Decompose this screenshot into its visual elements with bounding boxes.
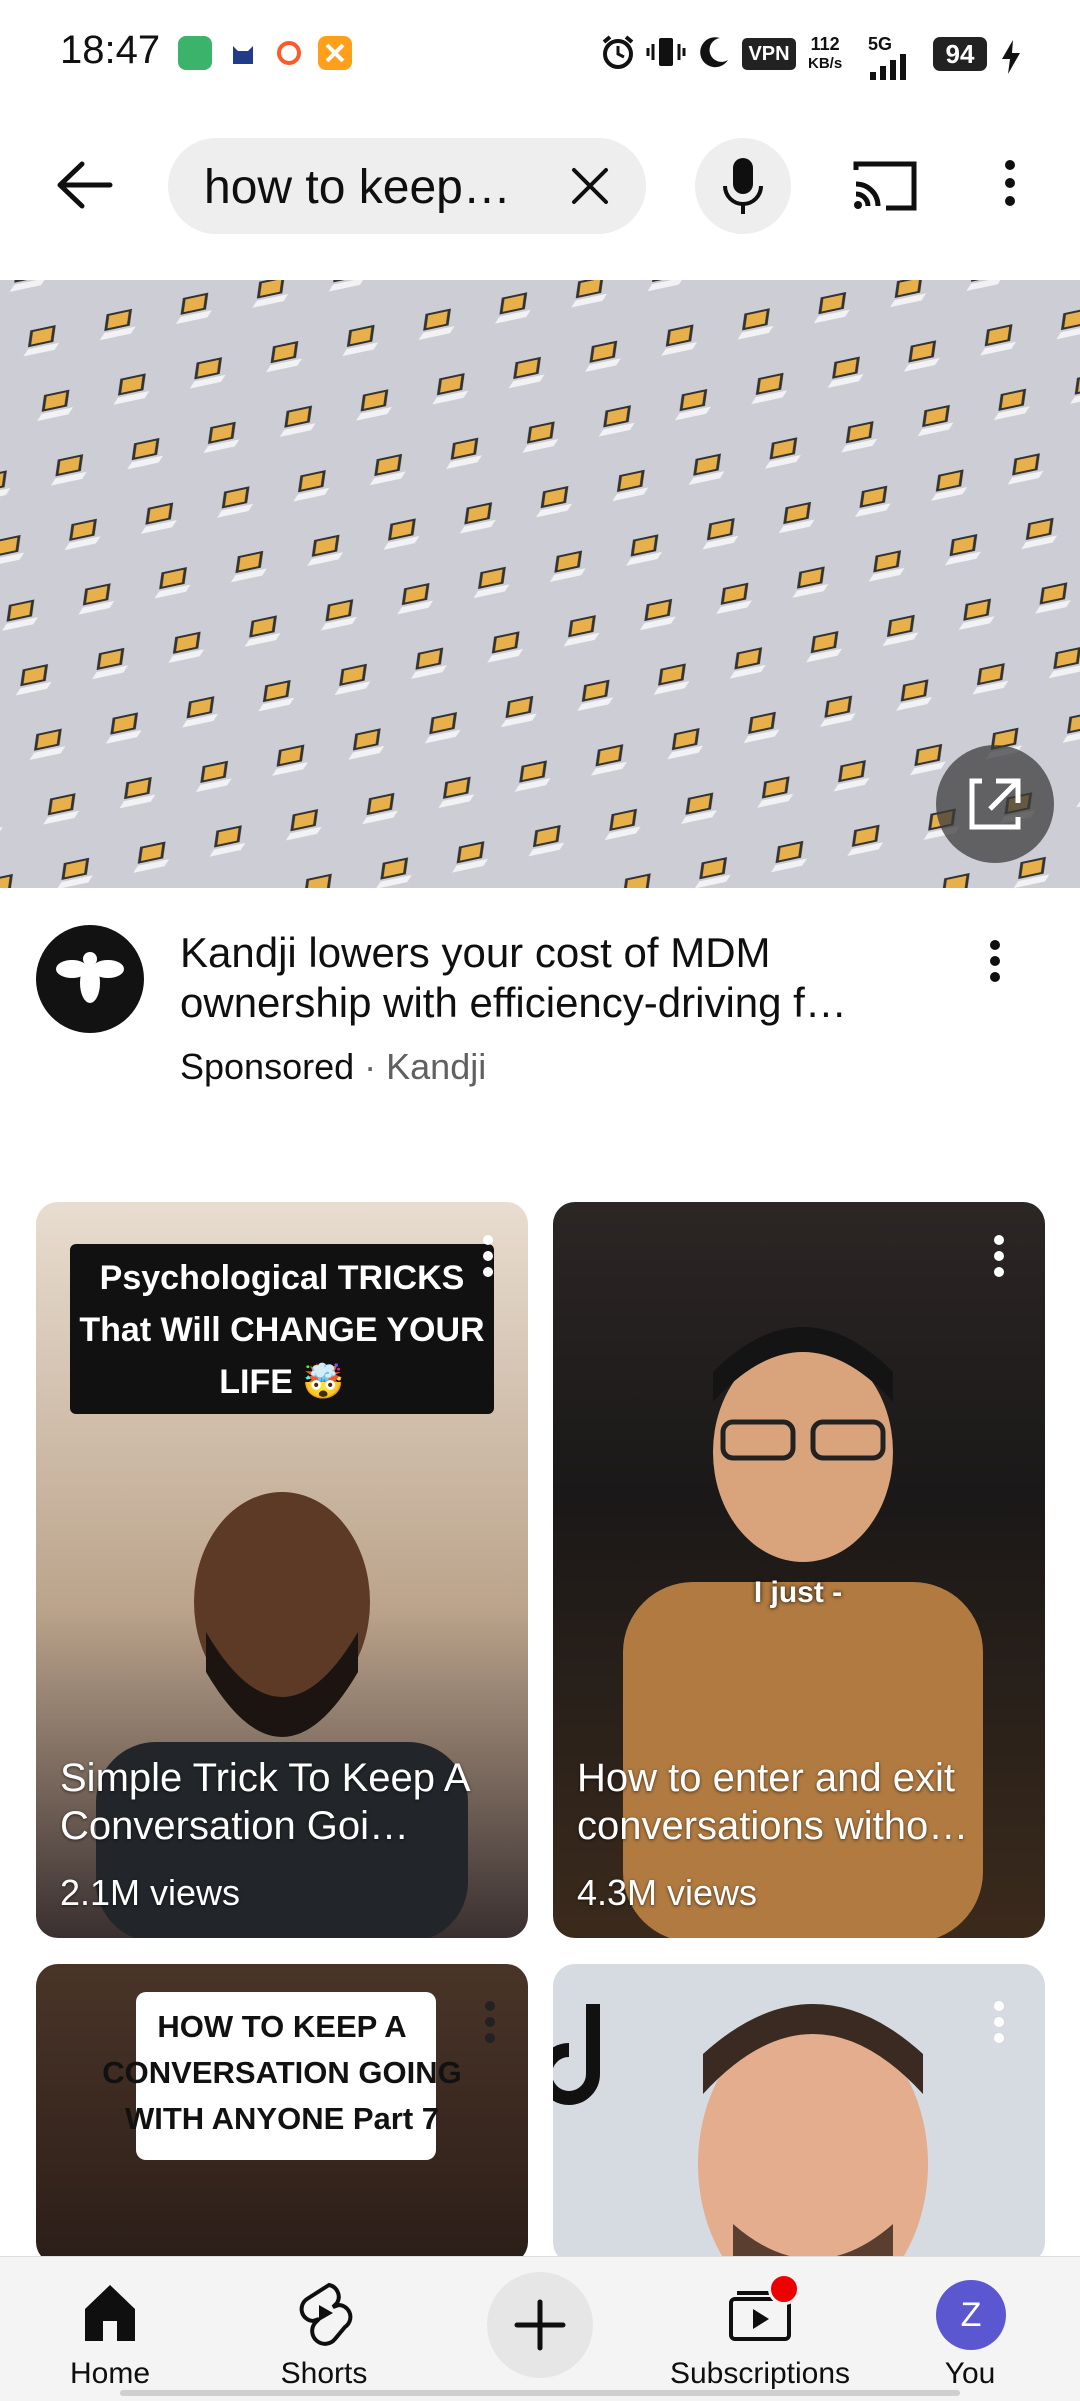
short-title: How to enter and exit conversations with… [577,1756,969,1848]
vpn-badge: VPN [742,38,796,70]
app-notification-icon [178,36,212,70]
short-more-options-button[interactable] [478,1996,502,2056]
more-vertical-icon [485,2001,495,2043]
advertiser-avatar[interactable] [36,925,144,1033]
home-icon [85,2285,135,2341]
shorts-icon [299,2282,353,2346]
tools-app-icon [318,36,352,70]
signal-icon [870,54,906,80]
close-icon [572,168,608,204]
battery-indicator: 94 [933,37,987,71]
do-not-disturb-moon-icon [694,32,734,72]
network-type: 5G [868,34,906,80]
nav-home[interactable]: Home [40,2257,180,2401]
short-card[interactable]: Psychological TRICKS That Will CHANGE YO… [36,1202,528,1938]
search-input[interactable]: how to keep… [168,138,646,234]
ad-more-options-button[interactable] [980,935,1010,995]
short-card[interactable] [553,1964,1045,2264]
more-vertical-icon [483,1235,493,1277]
cat-app-icon [226,36,260,70]
external-link-icon [969,778,1021,830]
laptops-pattern-image [0,280,1080,888]
open-external-button[interactable] [936,745,1054,863]
short-thumbnail-person [553,2004,928,2264]
short-more-options-button[interactable] [987,1230,1011,1290]
short-overlay-caption: HOW TO KEEP A CONVERSATION GOING WITH AN… [102,2009,462,2136]
nav-subscriptions[interactable]: Subscriptions [640,2257,880,2401]
microphone-icon [723,158,763,214]
sponsored-label: Sponsored [180,1046,355,1087]
more-vertical-icon [990,940,1000,982]
clock: 18:47 [60,28,161,72]
short-card[interactable]: HOW TO KEEP A CONVERSATION GOING WITH AN… [36,1964,528,2264]
short-more-options-button[interactable] [987,1996,1011,2056]
short-more-options-button[interactable] [476,1230,500,1290]
vibrate-icon [646,32,686,72]
plus-icon [514,2299,566,2351]
more-vertical-icon [994,1235,1004,1277]
bee-logo-icon [56,952,124,1003]
cast-icon [853,161,917,211]
ad-title[interactable]: Kandji lowers your cost of MDM ownership… [180,928,960,1028]
notification-dot [768,2273,800,2305]
nav-shorts-label: Shorts [280,2357,368,2390]
short-overlay-caption: Psychological TRICKS That Will CHANGE YO… [70,1244,494,1414]
more-vertical-icon [994,2001,1004,2043]
ring-app-icon [272,36,306,70]
short-views: 4.3M views [577,1872,758,1913]
nav-you-label: You [944,2357,996,2390]
search-query-text: how to keep… [204,161,511,214]
charging-icon [1000,40,1022,79]
speed-unit: KB/s [808,55,843,72]
arrow-left-icon [57,161,113,209]
status-bar: 18:47 VPN 112 KB/s 5G 94 [0,0,1080,110]
gesture-bar [120,2390,960,2396]
more-vertical-icon [1005,160,1015,206]
voice-search-button[interactable] [695,138,791,234]
short-overlay-caption: I just - [753,1576,843,1609]
clear-search-button[interactable] [568,164,612,208]
account-avatar[interactable]: Z [936,2280,1006,2350]
network-speed: 112 KB/s [808,34,842,74]
speed-value: 112 [810,34,840,54]
meta-separator: · [364,1046,377,1087]
more-options-button[interactable] [990,155,1030,215]
create-button[interactable] [487,2272,593,2378]
network-type-label: 5G [868,34,893,54]
short-views: 2.1M views [60,1872,241,1913]
back-button[interactable] [50,150,120,220]
short-title: Simple Trick To Keep A Conversation Goi… [60,1756,469,1848]
nav-subscriptions-label: Subscriptions [669,2357,851,2390]
ad-image[interactable] [0,280,1080,888]
nav-shorts[interactable]: Shorts [254,2257,394,2401]
ad-meta: Sponsored · Kandji [180,1046,486,1088]
advertiser-name[interactable]: Kandji [386,1046,486,1087]
alarm-icon [598,32,638,72]
nav-home-label: Home [69,2357,151,2390]
short-card[interactable]: I just - How to enter and exit conversat… [553,1202,1045,1938]
cast-button[interactable] [850,156,920,216]
